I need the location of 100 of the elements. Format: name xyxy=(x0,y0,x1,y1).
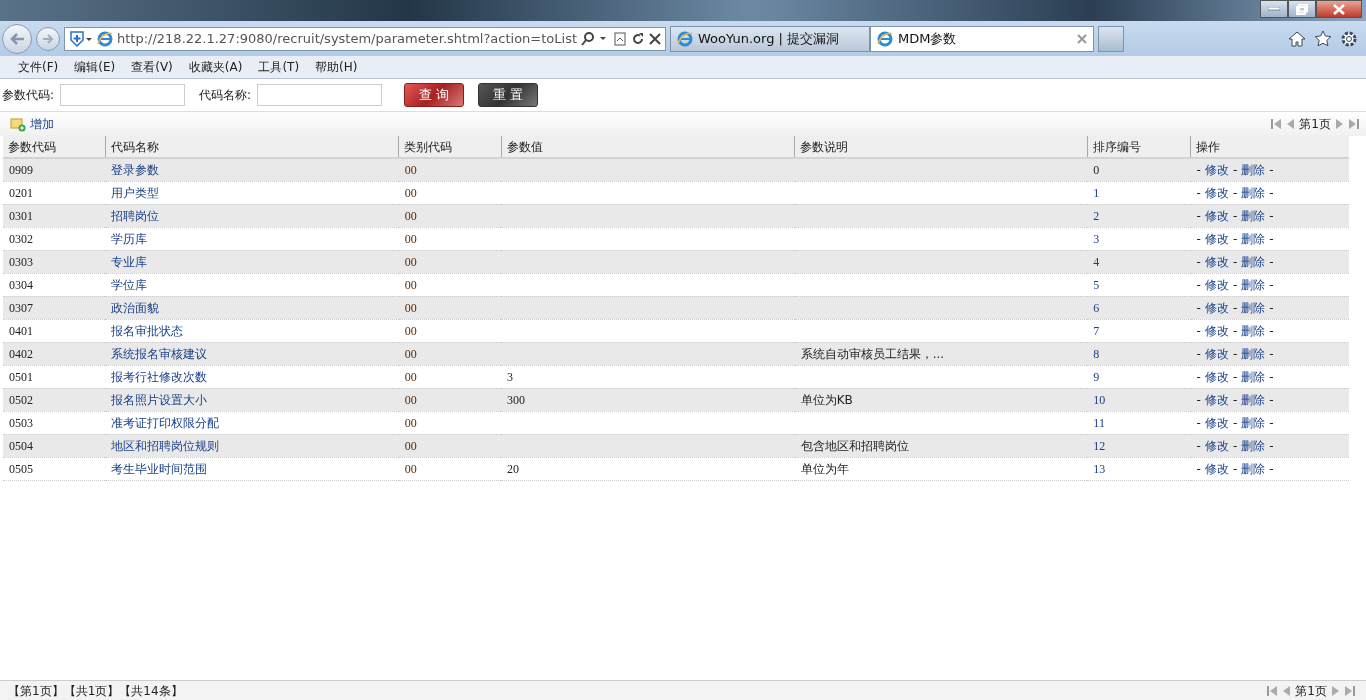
action-link[interactable]: 删除 xyxy=(1241,254,1266,269)
action-link[interactable]: 修改 xyxy=(1204,323,1229,338)
action-link[interactable]: 删除 xyxy=(1241,277,1266,292)
action-link[interactable]: 删除 xyxy=(1241,369,1266,384)
table-cell: 0504 xyxy=(3,434,106,457)
first-page-icon[interactable] xyxy=(1270,118,1283,130)
action-link[interactable]: 删除 xyxy=(1241,323,1266,338)
action-link[interactable]: 删除 xyxy=(1241,185,1266,200)
action-link[interactable]: 删除 xyxy=(1241,392,1266,407)
add-link[interactable]: 增加 xyxy=(10,115,54,133)
separator-text: - xyxy=(1232,254,1238,269)
tab-title: MDM参数 xyxy=(898,29,957,48)
action-link[interactable]: 删除 xyxy=(1241,346,1266,361)
separator-text: - xyxy=(1232,369,1238,384)
close-tab-icon[interactable] xyxy=(1077,33,1087,44)
stop-icon[interactable] xyxy=(649,32,661,45)
table-link[interactable]: 学位库 xyxy=(111,277,148,292)
footer-summary-text: 【共1页】 xyxy=(63,682,120,700)
action-link[interactable]: 删除 xyxy=(1241,415,1266,430)
back-arrow-icon xyxy=(9,31,25,46)
table-link[interactable]: 登录参数 xyxy=(111,162,160,177)
restore-button[interactable] xyxy=(1288,0,1316,18)
action-link[interactable]: 修改 xyxy=(1204,369,1229,384)
separator-text: - xyxy=(1232,346,1238,361)
separator-text: - xyxy=(1232,392,1238,407)
table-link[interactable]: 招聘岗位 xyxy=(111,208,160,223)
search-field[interactable] xyxy=(257,84,383,106)
table-link[interactable]: 政治面貌 xyxy=(111,300,160,315)
close-button[interactable] xyxy=(1316,0,1362,18)
browser-tab[interactable]: MDM参数 xyxy=(870,25,1094,52)
menu-item[interactable]: 查看(V) xyxy=(131,58,173,76)
next-page-icon[interactable] xyxy=(1331,684,1340,697)
action-link[interactable]: 修改 xyxy=(1204,415,1229,430)
action-link[interactable]: 修改 xyxy=(1204,277,1229,292)
action-link[interactable]: 修改 xyxy=(1204,254,1229,269)
settings-icon[interactable] xyxy=(1340,29,1358,48)
action-link[interactable]: 修改 xyxy=(1204,346,1229,361)
action-link[interactable]: 修改 xyxy=(1204,438,1229,453)
action-link[interactable]: 修改 xyxy=(1204,392,1229,407)
action-link[interactable]: 删除 xyxy=(1241,461,1266,476)
next-page-icon[interactable] xyxy=(1335,118,1344,130)
last-page-icon[interactable] xyxy=(1348,118,1360,130)
table-link[interactable]: 专业库 xyxy=(111,254,148,269)
action-link[interactable]: 修改 xyxy=(1204,208,1229,223)
page-icon[interactable] xyxy=(613,31,627,46)
column-header: 参数说明 xyxy=(794,136,1088,158)
previous-page-icon[interactable] xyxy=(1286,118,1296,130)
action-link[interactable]: 修改 xyxy=(1204,300,1229,315)
table-link[interactable]: 报考行社修改次数 xyxy=(111,369,208,384)
action-link[interactable]: 删除 xyxy=(1241,300,1266,315)
menu-item[interactable]: 编辑(E) xyxy=(74,58,116,76)
table-cell: 单位为年 xyxy=(794,457,1088,480)
query-button[interactable]: 查 询 xyxy=(404,83,465,107)
previous-page-icon[interactable] xyxy=(1282,684,1292,697)
search-icon[interactable] xyxy=(581,31,609,46)
address-bar[interactable]: http://218.22.1.27:9080/recruit/system/parameter.shtml?action=toList xyxy=(64,26,666,51)
table-link[interactable]: 学历库 xyxy=(111,231,148,246)
separator-text: - xyxy=(1196,231,1201,246)
separator-text: - xyxy=(1269,438,1274,453)
minimize-button[interactable] xyxy=(1260,0,1288,18)
table-cell: 2 xyxy=(1087,204,1191,227)
table-cell: 0301 xyxy=(3,204,106,227)
star-icon[interactable] xyxy=(1314,29,1332,48)
back-button[interactable] xyxy=(2,23,32,54)
separator-text: - xyxy=(1232,300,1238,315)
action-link[interactable]: 删除 xyxy=(1241,208,1266,223)
last-page-icon[interactable] xyxy=(1344,684,1356,697)
separator-text: - xyxy=(1196,461,1201,476)
reset-button[interactable]: 重 置 xyxy=(478,83,539,107)
close-icon xyxy=(1333,3,1345,15)
table-cell: 0307 xyxy=(3,296,106,319)
action-link[interactable]: 删除 xyxy=(1241,438,1266,453)
search-field[interactable] xyxy=(60,84,186,106)
action-link[interactable]: 删除 xyxy=(1241,162,1266,177)
table-link[interactable]: 准考证打印权限分配 xyxy=(111,415,220,430)
menu-item[interactable]: 收藏夹(A) xyxy=(188,58,243,76)
separator-text: - xyxy=(1196,208,1201,223)
forward-button[interactable] xyxy=(36,26,60,51)
first-page-icon[interactable] xyxy=(1266,684,1279,697)
separator-text: - xyxy=(1269,185,1274,200)
separator-text: - xyxy=(1196,185,1201,200)
column-header: 参数值 xyxy=(501,136,795,158)
action-link[interactable]: 修改 xyxy=(1204,185,1229,200)
menu-item[interactable]: 帮助(H) xyxy=(315,58,358,76)
action-link[interactable]: 修改 xyxy=(1204,162,1229,177)
browser-tab[interactable]: WooYun.org | 提交漏洞 xyxy=(670,25,870,52)
home-icon[interactable] xyxy=(1288,29,1306,48)
table-link[interactable]: 报名审批状态 xyxy=(111,323,184,338)
menu-item[interactable]: 工具(T) xyxy=(258,58,300,76)
tab-title: WooYun.org | 提交漏洞 xyxy=(698,29,840,48)
action-link[interactable]: 删除 xyxy=(1241,231,1266,246)
new-tab-button[interactable] xyxy=(1098,25,1124,52)
table-link[interactable]: 用户类型 xyxy=(111,185,160,200)
menu-item[interactable]: 文件(F) xyxy=(18,58,59,76)
action-link[interactable]: 修改 xyxy=(1204,231,1229,246)
separator-text: - xyxy=(1232,208,1238,223)
table-cell: 0502 xyxy=(3,388,106,411)
table-link[interactable]: 考生毕业时间范围 xyxy=(111,461,208,476)
action-link[interactable]: 修改 xyxy=(1204,461,1229,476)
refresh-icon[interactable] xyxy=(631,31,645,46)
